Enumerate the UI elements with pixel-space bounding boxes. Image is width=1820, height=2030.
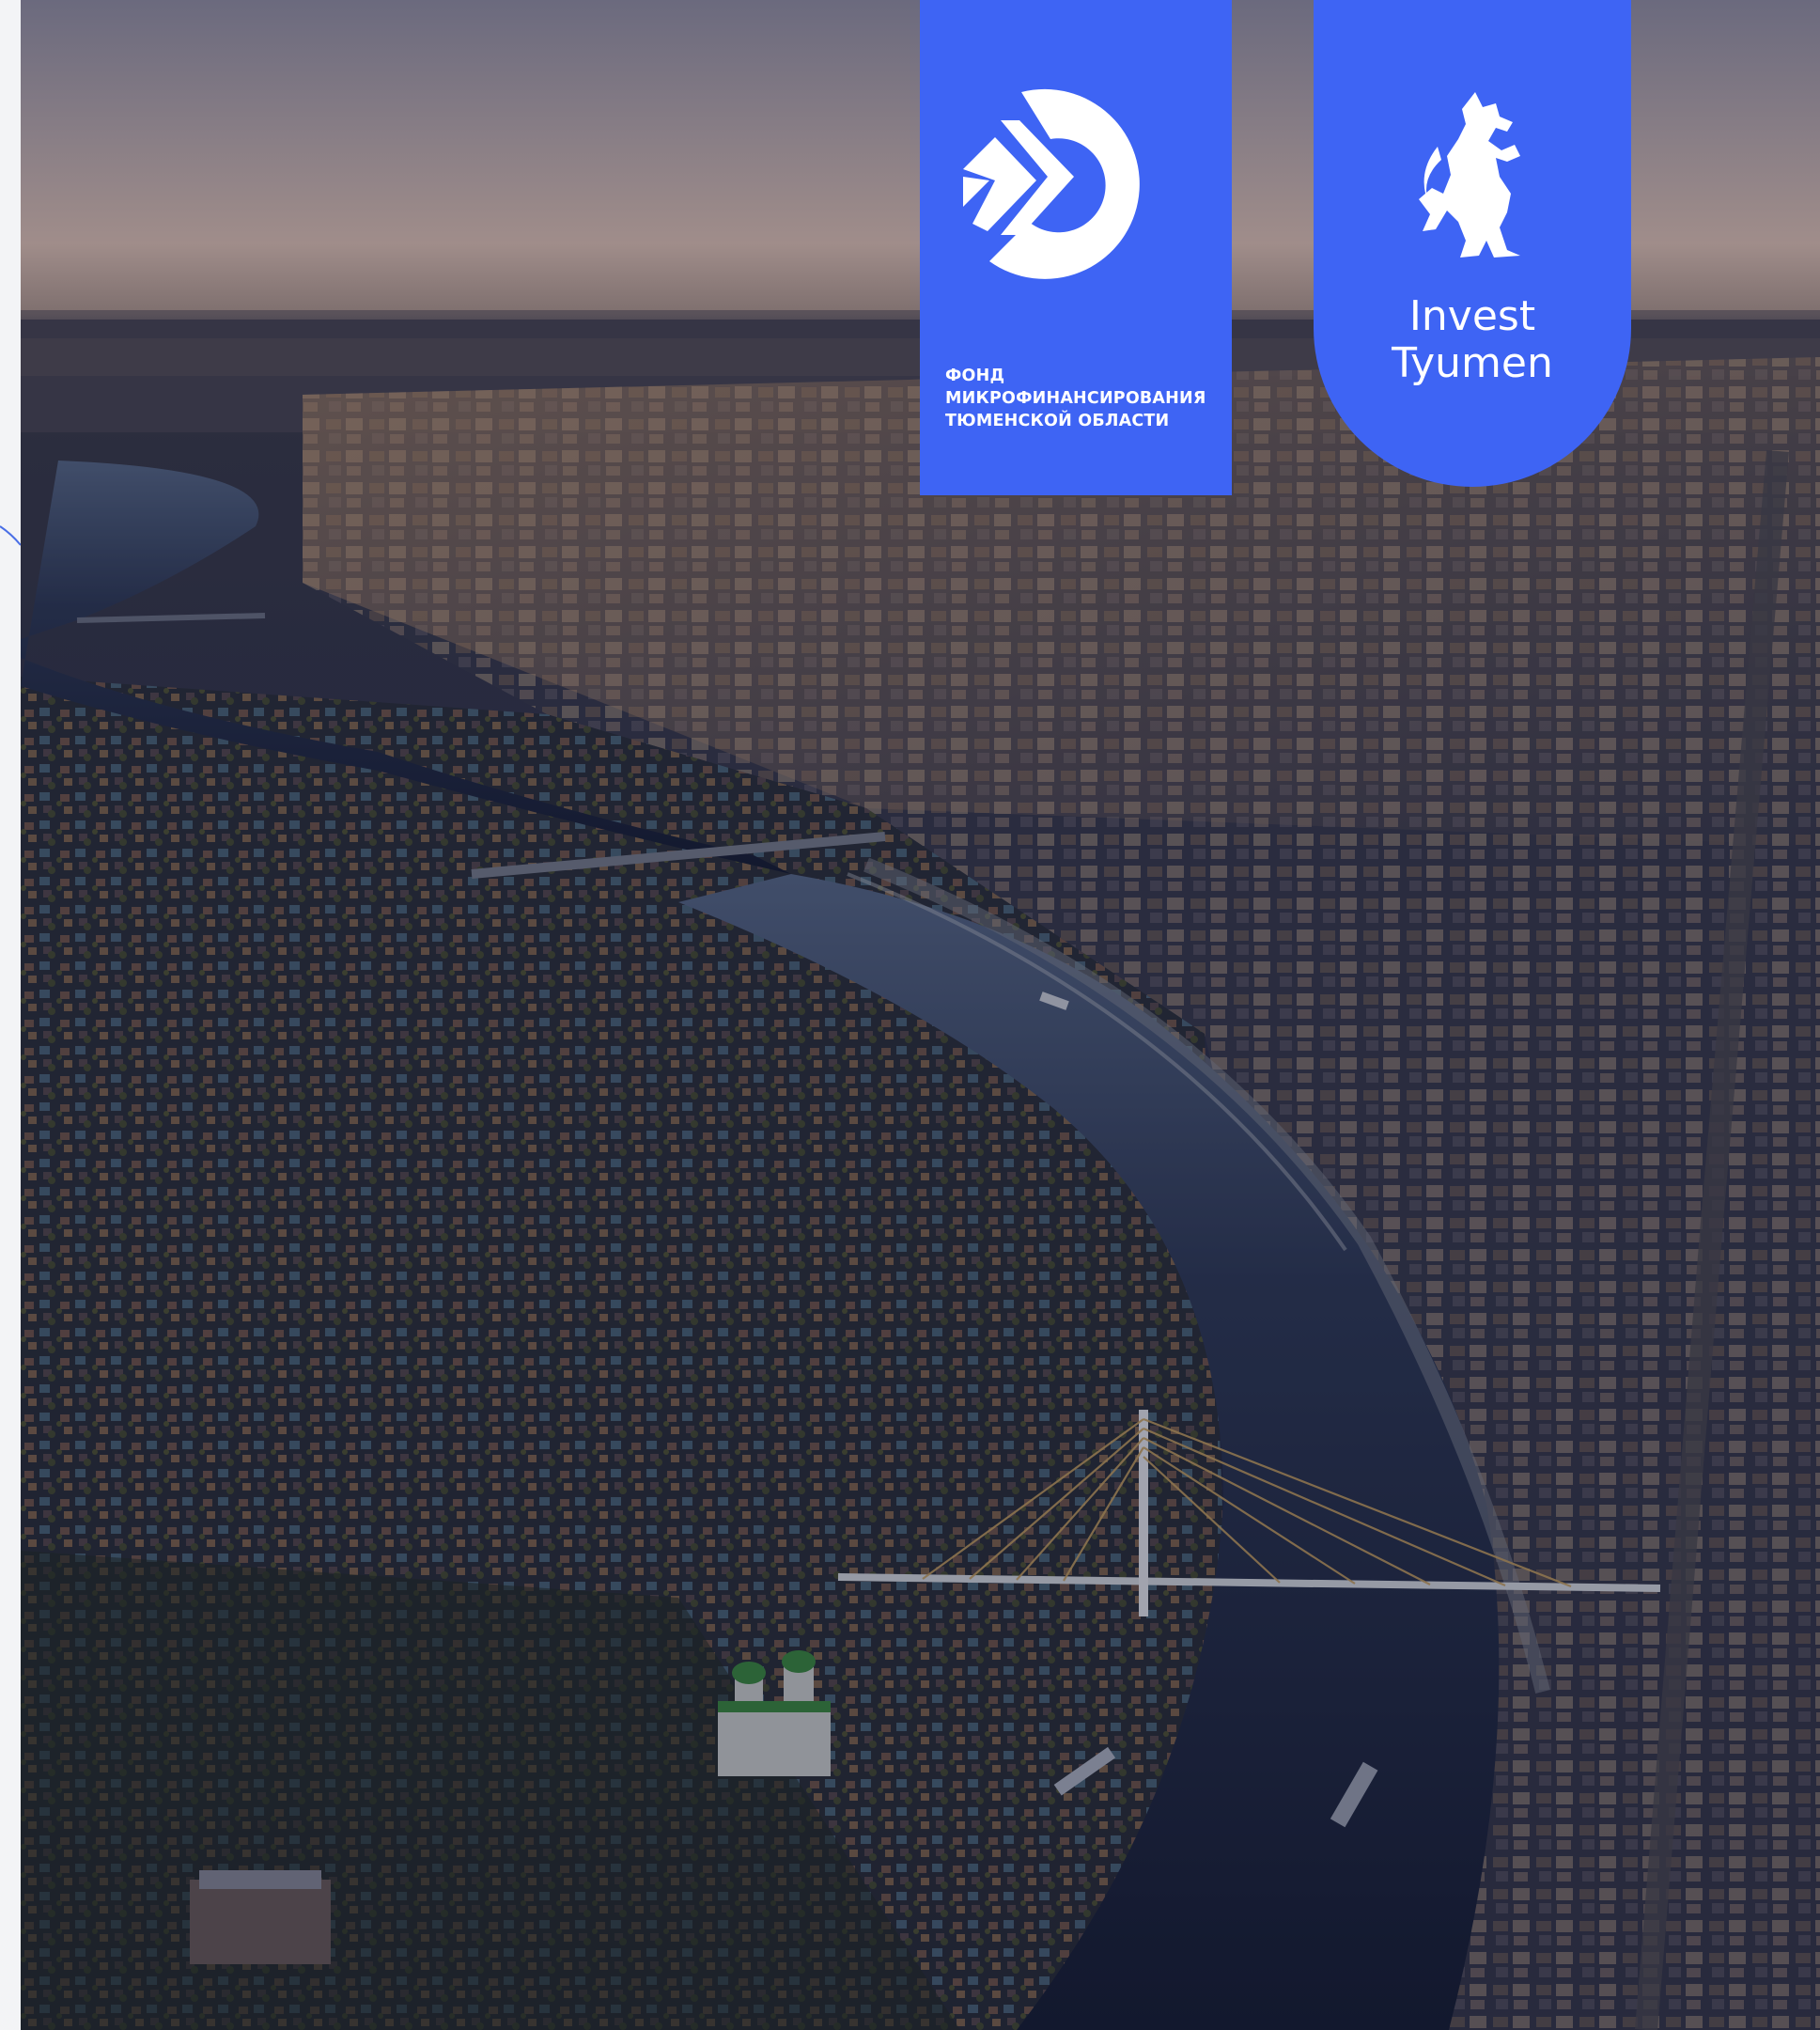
invest-word: Invest — [1408, 292, 1536, 340]
side-strip — [0, 0, 22, 2030]
fund-name-line1: ФОНД — [945, 367, 1005, 385]
fox-emblem-icon — [1419, 92, 1520, 258]
fund-name-line3: ТЮМЕНСКОЙ ОБЛАСТИ — [945, 412, 1170, 430]
tyumen-word: Tyumen — [1392, 339, 1553, 387]
invest-tyumen-logo-card: Invest Tyumen fox-emblem-icon — [1314, 0, 1631, 487]
strip-curve-icon — [0, 525, 21, 546]
fund-name-line2: МИКРОФИНАНСИРОВАНИЯ — [945, 389, 1206, 408]
fund-name: ФОНД МИКРОФИНАНСИРОВАНИЯ ТЮМЕНСКОЙ ОБЛАС… — [945, 365, 1227, 432]
fund-mark-icon — [963, 88, 1140, 279]
fund-logo-card: ФОНД МИКРОФИНАНСИРОВАНИЯ ТЮМЕНСКОЙ ОБЛАС… — [920, 0, 1232, 495]
page: ФОНД МИКРОФИНАНСИРОВАНИЯ ТЮМЕНСКОЙ ОБЛАС… — [0, 0, 1820, 2030]
invest-tyumen-wordmark: Invest Tyumen — [1314, 293, 1631, 387]
